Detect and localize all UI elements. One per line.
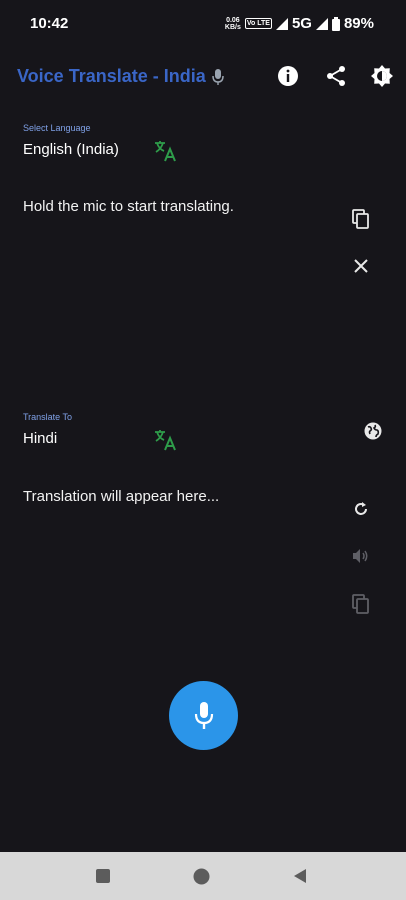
app-title-text: Voice Translate - India	[17, 66, 206, 86]
home-icon[interactable]	[193, 868, 210, 885]
network-speed-unit: KB/s	[224, 23, 241, 31]
copy-icon	[352, 594, 369, 614]
copy-source-button[interactable]	[345, 203, 377, 235]
recents-icon[interactable]	[95, 868, 111, 884]
signal-icon	[275, 17, 288, 30]
back-icon[interactable]	[293, 868, 307, 884]
speaker-icon	[353, 549, 368, 563]
info-icon	[278, 66, 298, 86]
source-text[interactable]: Hold the mic to start translating.	[23, 198, 234, 215]
mic-button[interactable]	[169, 681, 238, 750]
target-language-select[interactable]: Hindi	[23, 430, 57, 447]
status-time: 10:42	[30, 15, 69, 32]
select-language-label: Select Language	[23, 123, 91, 133]
translate-to-label: Translate To	[23, 412, 73, 422]
speak-button[interactable]	[345, 540, 377, 572]
network-type: 5G	[291, 15, 312, 32]
brightness-icon	[371, 65, 393, 87]
translate-icon[interactable]	[153, 138, 179, 164]
source-language-select[interactable]: English (India)	[23, 141, 119, 158]
info-button[interactable]	[272, 60, 304, 92]
network-speed-value: 0.06	[226, 16, 240, 24]
translate-icon[interactable]	[153, 427, 179, 453]
share-button[interactable]	[320, 60, 352, 92]
status-icons: 0.06 KB/s Vo LTE 5G 89%	[225, 15, 374, 32]
close-icon	[354, 259, 368, 273]
battery-icon	[331, 16, 340, 31]
microphone-emoji-icon	[212, 69, 224, 86]
app-title: Voice Translate - India	[17, 66, 225, 87]
refresh-icon	[355, 502, 367, 515]
signal-icon	[315, 17, 328, 30]
globe-icon	[364, 422, 382, 440]
translation-text: Translation will appear here...	[23, 488, 220, 505]
volte-badge: Vo LTE	[244, 18, 272, 29]
copy-translation-button[interactable]	[345, 588, 377, 620]
brightness-button[interactable]	[366, 60, 398, 92]
copy-icon	[352, 209, 369, 229]
globe-button[interactable]	[357, 415, 389, 447]
microphone-icon	[194, 701, 213, 729]
app-bar: Voice Translate - India	[0, 50, 406, 102]
status-bar: 10:42 0.06 KB/s Vo LTE 5G 89%	[0, 0, 406, 48]
system-navigation-bar	[0, 852, 406, 900]
refresh-button[interactable]	[345, 493, 377, 525]
network-speed: 0.06 KB/s	[225, 17, 241, 31]
battery-percent: 89%	[343, 15, 374, 32]
clear-source-button[interactable]	[345, 250, 377, 282]
share-icon	[327, 66, 345, 86]
